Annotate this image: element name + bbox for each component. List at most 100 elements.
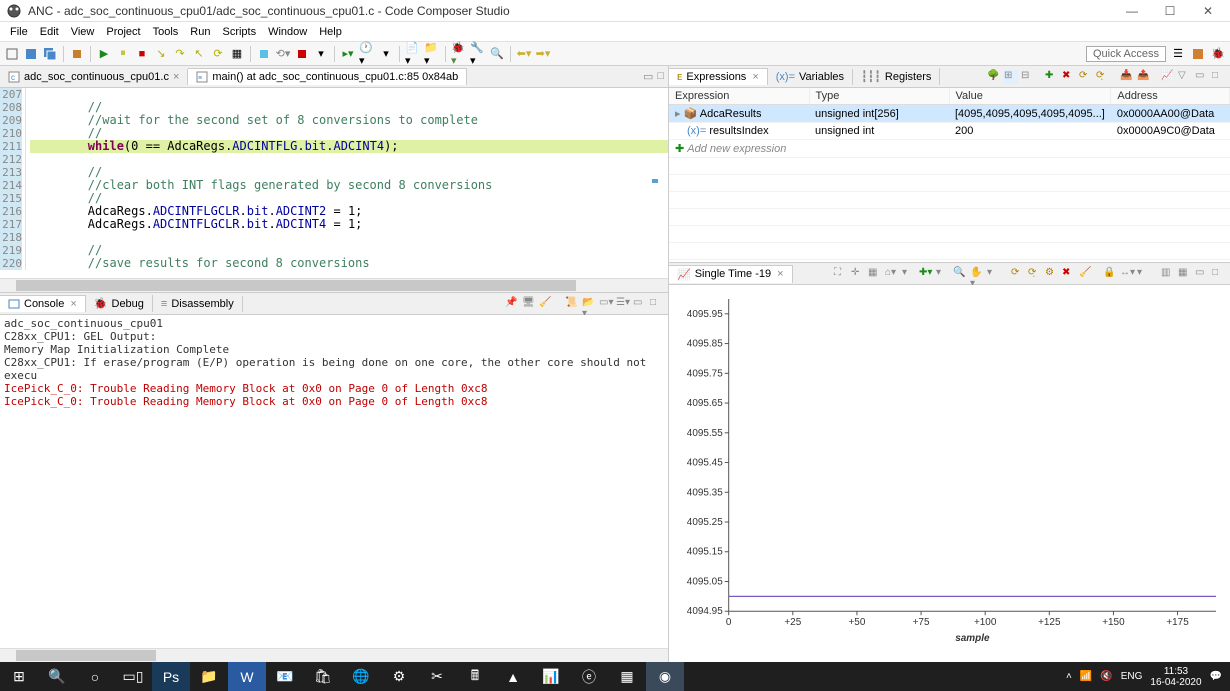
tab-console[interactable]: Console × <box>0 295 86 312</box>
chart-lock-icon[interactable]: 🔒 <box>1103 267 1117 281</box>
chart-sync-icon[interactable]: ⟳̣ <box>1028 267 1042 281</box>
tab-close-icon[interactable]: × <box>70 298 76 310</box>
menu-edit[interactable]: Edit <box>34 24 65 40</box>
app-store-icon[interactable]: 🛍 <box>304 662 342 691</box>
console-dd2-icon[interactable]: ☰▾ <box>616 297 630 311</box>
maximize-view-icon[interactable]: □ <box>1212 70 1226 84</box>
app-chrome-icon[interactable]: 🌐 <box>342 662 380 691</box>
tray-lang[interactable]: ENG <box>1121 671 1143 682</box>
table-row[interactable]: (x)= resultsIndexunsigned int2000x0000A9… <box>669 123 1230 140</box>
menu-file[interactable]: File <box>4 24 34 40</box>
tab-disassembly[interactable]: ≡ Disassembly <box>153 296 243 312</box>
chart-cfg-icon[interactable]: ⚙ <box>1045 267 1059 281</box>
col-expression[interactable]: Expression <box>669 88 809 105</box>
console-dd1-icon[interactable]: ▭▾ <box>599 297 613 311</box>
chart-center-icon[interactable]: ✛ <box>851 267 865 281</box>
tray-clock[interactable]: 11:53 16-04-2020 <box>1150 666 1201 688</box>
tab-expressions[interactable]: ᴇ Expressions × <box>669 68 768 85</box>
tab-close-icon[interactable]: × <box>752 71 758 83</box>
expr-menu-icon[interactable]: ▽ <box>1178 70 1192 84</box>
tray-notifications-icon[interactable]: 💬 <box>1210 671 1222 682</box>
minimize-view-icon[interactable]: ▭ <box>633 297 647 311</box>
chart-pan-icon[interactable]: ✋▾ <box>970 267 984 281</box>
app-word-icon[interactable]: W <box>228 662 266 691</box>
expr-export-icon[interactable]: 📤 <box>1137 70 1151 84</box>
table-row[interactable]: ✚ Add new expression <box>669 140 1230 158</box>
expr-remove-icon[interactable]: ✖ <box>1062 70 1076 84</box>
console-output[interactable]: adc_soc_continuous_cpu01 C28xx_CPU1: GEL… <box>0 315 668 662</box>
run-icon[interactable]: ▸▾ <box>340 46 356 62</box>
start-button[interactable]: ⊞ <box>0 662 38 691</box>
folder-icon[interactable]: 📁▾ <box>424 46 440 62</box>
tab-debug[interactable]: 🐞 Debug <box>86 295 153 312</box>
col-address[interactable]: Address <box>1111 88 1230 105</box>
grid-icon[interactable]: ▦ <box>229 46 245 62</box>
minimize-view-icon[interactable]: ▭ <box>1195 70 1209 84</box>
chart-del-icon[interactable]: ✖ <box>1062 267 1076 281</box>
chart-home-icon[interactable]: ⌂▾ <box>885 267 899 281</box>
chart-refresh-icon[interactable]: ⟳ <box>1011 267 1025 281</box>
resume-icon[interactable]: ▶ <box>96 46 112 62</box>
tab-single-time[interactable]: 📈 Single Time -19 × <box>669 265 793 283</box>
tray-volume-icon[interactable]: 🔇 <box>1100 671 1112 682</box>
expr-import-icon[interactable]: 📥 <box>1120 70 1134 84</box>
menu-project[interactable]: Project <box>100 24 146 40</box>
suspend-icon[interactable]: ⏸ <box>115 46 131 62</box>
minimize-button[interactable]: — <box>1120 4 1144 18</box>
tray-chevron-icon[interactable]: ˄ <box>1066 671 1072 682</box>
minimize-view-icon[interactable]: ▭ <box>643 70 653 83</box>
app-mgr-icon[interactable]: 📊 <box>532 662 570 691</box>
code-editor[interactable]: 2072082092102112122132142152162172182192… <box>0 88 668 278</box>
menu-scripts[interactable]: Scripts <box>216 24 262 40</box>
terminate-icon[interactable]: ■ <box>134 46 150 62</box>
chart-layout-icon[interactable]: ▦ <box>1178 267 1192 281</box>
console-open-icon[interactable]: 📂▾ <box>582 297 596 311</box>
chart-scroll-icon[interactable]: ↔▾ <box>1120 267 1134 281</box>
save-icon[interactable] <box>23 46 39 62</box>
perspective-debug-icon[interactable]: 🐞 <box>1210 46 1226 62</box>
console-display-icon[interactable]: 🖥 <box>522 297 536 311</box>
task-view-icon[interactable]: ▭▯ <box>114 662 152 691</box>
minimize-view-icon[interactable]: ▭ <box>1195 267 1209 281</box>
chart-clear-icon[interactable]: 🧹 <box>1079 267 1093 281</box>
app-vlc-icon[interactable]: ▲ <box>494 662 532 691</box>
step-over-icon[interactable]: ↷ <box>172 46 188 62</box>
app-ti-icon[interactable]: ▦ <box>608 662 646 691</box>
console-scroll-icon[interactable]: 📜 <box>565 297 579 311</box>
debug-icon[interactable]: 🐞▾ <box>451 46 467 62</box>
chart-dd2-icon[interactable]: ▾ <box>936 267 950 281</box>
editor-tab-source[interactable]: c adc_soc_continuous_cpu01.c × <box>0 69 188 85</box>
search-button[interactable]: 🔍 <box>38 662 76 691</box>
table-row[interactable]: ▸ 📦 AdcaResultsunsigned int[256][4095,40… <box>669 105 1230 123</box>
drop-icon[interactable]: ▾ <box>378 46 394 62</box>
expr-layout-icon[interactable]: ⊞ <box>1004 70 1018 84</box>
menu-window[interactable]: Window <box>262 24 313 40</box>
clock-icon[interactable]: 🕐▾ <box>359 46 375 62</box>
menu-help[interactable]: Help <box>313 24 348 40</box>
app-photoshop-icon[interactable]: Ps <box>152 662 190 691</box>
core-icon[interactable] <box>294 46 310 62</box>
app-mail-icon[interactable]: 📧 <box>266 662 304 691</box>
console-hscroll[interactable] <box>0 648 668 662</box>
back-icon[interactable]: ⬅▾ <box>516 46 532 62</box>
chart-zoom-fit-icon[interactable]: ⛶ <box>834 267 848 281</box>
maximize-view-icon[interactable]: □ <box>657 70 664 83</box>
chart-grid-icon[interactable]: ▦ <box>868 267 882 281</box>
tray-wifi-icon[interactable]: 📶 <box>1080 671 1092 682</box>
maximize-view-icon[interactable]: □ <box>1212 267 1226 281</box>
maximize-view-icon[interactable]: □ <box>650 297 664 311</box>
chip-icon[interactable]: ▾ <box>313 46 329 62</box>
menu-tools[interactable]: Tools <box>147 24 185 40</box>
new-icon[interactable] <box>4 46 20 62</box>
app-snip-icon[interactable]: ✂ <box>418 662 456 691</box>
perspective-ccs-icon[interactable] <box>1190 46 1206 62</box>
perspective-resource-icon[interactable]: ☰ <box>1170 46 1186 62</box>
editor-tab-stack[interactable]: ≡ main() at adc_soc_continuous_cpu01.c:8… <box>188 68 467 85</box>
col-value[interactable]: Value <box>949 88 1111 105</box>
app-explorer-icon[interactable]: 📁 <box>190 662 228 691</box>
console-pin-icon[interactable]: 📌 <box>505 297 519 311</box>
step-into-icon[interactable]: ↘ <box>153 46 169 62</box>
expr-add-icon[interactable]: ✚ <box>1045 70 1059 84</box>
chart-add-icon[interactable]: ✚▾ <box>919 267 933 281</box>
build-icon[interactable] <box>69 46 85 62</box>
